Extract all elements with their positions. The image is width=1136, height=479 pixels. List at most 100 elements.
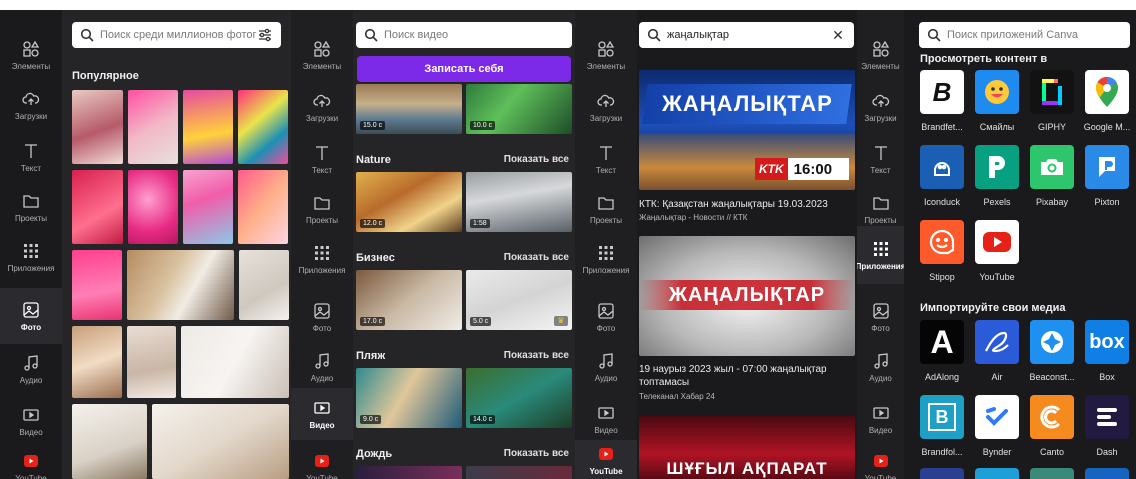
rail-uploads[interactable]: Загрузки: [291, 82, 353, 132]
app-tile-partial[interactable]: [1085, 468, 1129, 479]
video-search-input[interactable]: [384, 29, 564, 41]
app-stipop[interactable]: Stipop: [913, 220, 971, 282]
photo-thumbnail[interactable]: [238, 90, 288, 164]
app-brandfetch[interactable]: B Brandfet...: [913, 70, 971, 132]
app-tile-partial[interactable]: [920, 468, 964, 479]
rail-apps[interactable]: Приложения: [0, 232, 62, 282]
rail-youtube[interactable]: YouTube: [291, 442, 353, 479]
app-tile-partial[interactable]: [1030, 468, 1074, 479]
show-all-link[interactable]: Показать все: [504, 252, 569, 263]
rail-youtube[interactable]: YouTube: [575, 440, 637, 479]
rail-apps[interactable]: Приложения: [575, 234, 637, 284]
photo-thumbnail[interactable]: [239, 250, 289, 320]
close-icon[interactable]: ✕: [830, 27, 846, 43]
video-thumbnail[interactable]: 12.0 с: [356, 172, 462, 232]
rail-projects[interactable]: Проекты: [291, 184, 353, 234]
rail-photos[interactable]: Фото: [291, 292, 353, 342]
rail-text[interactable]: Текст: [857, 134, 904, 184]
record-yourself-button[interactable]: Записать себя: [357, 56, 571, 82]
video-thumbnail[interactable]: [356, 466, 462, 479]
rail-audio[interactable]: Аудио: [575, 342, 637, 392]
youtube-search-bar[interactable]: ✕: [639, 22, 854, 48]
show-all-link[interactable]: Показать все: [504, 154, 569, 165]
rail-audio[interactable]: Аудио: [291, 342, 353, 392]
rail-elements[interactable]: Элементы: [0, 30, 62, 80]
show-all-link[interactable]: Показать все: [504, 350, 569, 361]
video-thumbnail[interactable]: 17.0 с: [356, 270, 462, 330]
rail-photos[interactable]: Фото: [575, 292, 637, 342]
filter-sliders-icon[interactable]: [257, 27, 273, 43]
rail-uploads[interactable]: Загрузки: [0, 80, 62, 130]
video-result-title[interactable]: КТК: Қазақстан жаңалықтары 19.03.2023: [639, 198, 855, 211]
photo-thumbnail[interactable]: [128, 90, 178, 164]
app-pexels[interactable]: Pexels: [968, 145, 1026, 207]
app-tile-partial[interactable]: [975, 468, 1019, 479]
rail-video[interactable]: Видео: [291, 388, 353, 440]
video-thumbnail[interactable]: [466, 466, 572, 479]
photo-thumbnail[interactable]: [128, 170, 178, 244]
rail-photos[interactable]: Фото: [857, 292, 904, 342]
rail-youtube[interactable]: YouTube: [857, 442, 904, 479]
photo-thumbnail[interactable]: [72, 404, 147, 479]
rail-apps[interactable]: Приложения: [857, 226, 905, 284]
photo-thumbnail[interactable]: [72, 90, 123, 164]
rail-elements[interactable]: Элементы: [291, 30, 353, 80]
app-giphy[interactable]: GIPHY: [1023, 70, 1081, 132]
rail-audio[interactable]: Аудио: [857, 342, 904, 392]
app-brandfolder[interactable]: B Brandfol...: [913, 395, 971, 457]
app-google-maps[interactable]: Google M...: [1078, 70, 1136, 132]
photo-thumbnail[interactable]: [183, 170, 233, 244]
rail-photos[interactable]: Фото: [0, 288, 62, 344]
photo-search-input[interactable]: [100, 29, 257, 41]
app-air[interactable]: Air: [968, 320, 1026, 382]
video-result-thumbnail[interactable]: ШҰҒЫЛ АҚПАРАТ: [639, 416, 855, 479]
rail-video[interactable]: Видео: [857, 394, 904, 444]
video-thumbnail[interactable]: 5.0 с ♛: [466, 270, 572, 330]
video-result-title[interactable]: 19 наурыз 2023 жыл - 07:00 жаңалықтар то…: [639, 363, 855, 389]
photo-thumbnail[interactable]: [127, 250, 234, 320]
photo-thumbnail[interactable]: [72, 326, 122, 398]
rail-uploads[interactable]: Загрузки: [857, 82, 904, 132]
app-dash[interactable]: Dash: [1078, 395, 1136, 457]
photo-thumbnail[interactable]: [127, 326, 176, 398]
show-all-link[interactable]: Показать все: [504, 448, 569, 459]
rail-projects[interactable]: Проекты: [0, 182, 62, 232]
rail-text[interactable]: Текст: [575, 134, 637, 184]
apps-search-bar[interactable]: [919, 22, 1130, 48]
rail-projects[interactable]: Проекты: [575, 184, 637, 234]
photo-thumbnail[interactable]: [152, 404, 289, 479]
app-canto[interactable]: Canto: [1023, 395, 1081, 457]
rail-elements[interactable]: Элементы: [575, 30, 637, 80]
rail-audio[interactable]: Аудио: [0, 344, 62, 394]
app-youtube[interactable]: YouTube: [968, 220, 1026, 282]
rail-video[interactable]: Видео: [0, 396, 62, 446]
app-iconduck[interactable]: Iconduck: [913, 145, 971, 207]
rail-uploads[interactable]: Загрузки: [575, 82, 637, 132]
app-adalong[interactable]: A AdAlong: [913, 320, 971, 382]
rail-text[interactable]: Текст: [291, 134, 353, 184]
video-result-thumbnail[interactable]: ЖАҢАЛЫҚТАР KTK 16:00: [639, 70, 855, 190]
video-result-thumbnail[interactable]: ЖАҢАЛЫҚТАР: [639, 236, 855, 356]
rail-elements[interactable]: Элементы: [857, 30, 904, 80]
app-pixton[interactable]: Pixton: [1078, 145, 1136, 207]
photo-thumbnail[interactable]: [238, 170, 288, 244]
youtube-search-input[interactable]: [667, 29, 830, 41]
photo-thumbnail[interactable]: [181, 326, 289, 398]
video-search-bar[interactable]: [356, 22, 572, 48]
app-beaconstac[interactable]: Beaconst...: [1023, 320, 1081, 382]
photo-search-bar[interactable]: [72, 22, 281, 48]
rail-text[interactable]: Текст: [0, 132, 62, 182]
rail-apps[interactable]: Приложения: [291, 234, 353, 284]
rail-youtube[interactable]: YouTube: [0, 442, 62, 479]
video-thumbnail[interactable]: 9.0 с: [356, 368, 462, 428]
rail-video[interactable]: Видео: [575, 394, 637, 444]
app-bynder[interactable]: Bynder: [968, 395, 1026, 457]
photo-thumbnail[interactable]: [72, 170, 123, 244]
photo-thumbnail[interactable]: [183, 90, 233, 164]
video-thumbnail[interactable]: 15.0 с: [356, 84, 462, 134]
app-box[interactable]: box Box: [1078, 320, 1136, 382]
video-thumbnail[interactable]: 14.0 с: [466, 368, 572, 428]
apps-search-input[interactable]: [947, 29, 1122, 41]
app-emoji[interactable]: Смайлы: [968, 70, 1026, 132]
video-thumbnail[interactable]: 1:58: [466, 172, 572, 232]
